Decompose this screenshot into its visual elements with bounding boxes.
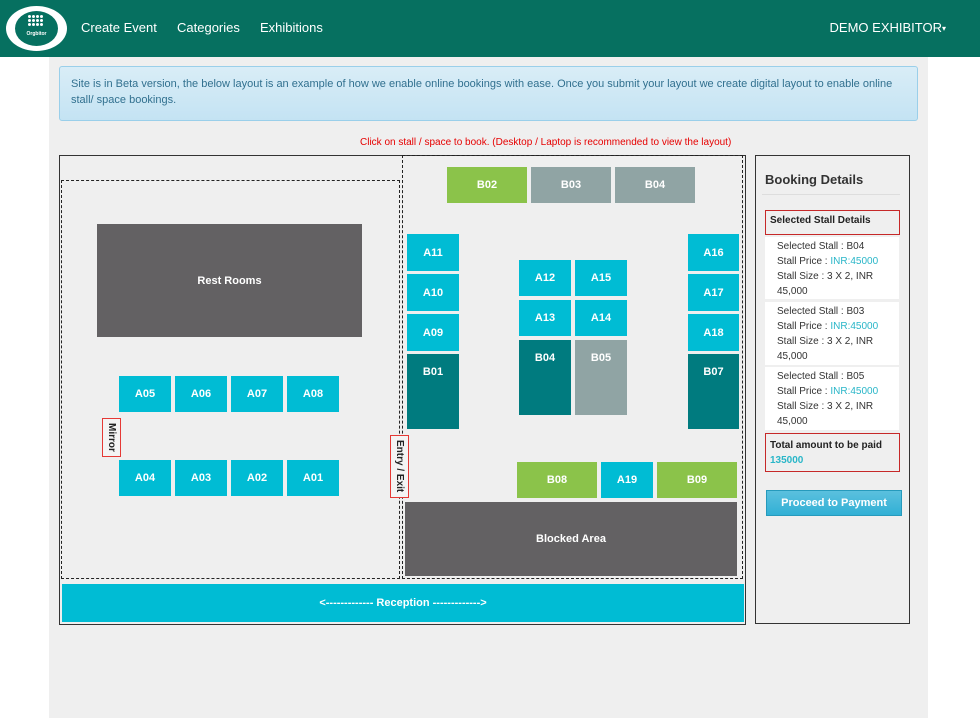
stall-A11[interactable]: A11	[407, 234, 459, 271]
selected-stall-name: Selected Stall : B05	[777, 371, 865, 382]
rest-rooms-area: Rest Rooms	[97, 224, 362, 337]
stall-A10[interactable]: A10	[407, 274, 459, 311]
stall-B07[interactable]: B07	[688, 354, 739, 429]
proceed-to-payment-button[interactable]: Proceed to Payment	[766, 490, 902, 516]
stall-A03[interactable]: A03	[175, 460, 227, 496]
stall-B05[interactable]: B05	[575, 340, 627, 415]
stall-price: INR:45000	[830, 256, 879, 267]
stall-A02[interactable]: A02	[231, 460, 283, 496]
logo-dots-icon	[28, 15, 46, 26]
beta-alert: Site is in Beta version, the below layou…	[59, 66, 918, 121]
stall-A09[interactable]: A09	[407, 314, 459, 351]
selected-stall-item: Selected Stall : B04 Stall Price : INR:4…	[765, 237, 899, 299]
stall-B04-center[interactable]: B04	[519, 340, 571, 415]
stall-A18[interactable]: A18	[688, 314, 739, 351]
price-label: Stall Price :	[777, 386, 831, 397]
stall-A05[interactable]: A05	[119, 376, 171, 412]
reception-area: <------------- Reception ------------->	[62, 584, 744, 622]
nav-create-event[interactable]: Create Event	[81, 20, 157, 35]
total-amount-box: Total amount to be paid 135000	[765, 433, 900, 472]
booking-divider	[762, 194, 900, 195]
stall-B01[interactable]: B01	[407, 354, 459, 429]
stall-B02[interactable]: B02	[447, 167, 527, 203]
stall-A04[interactable]: A04	[119, 460, 171, 496]
stall-size: Stall Size : 3 X 2, INR 45,000	[777, 336, 874, 362]
price-label: Stall Price :	[777, 256, 831, 267]
stall-B08[interactable]: B08	[517, 462, 597, 498]
stall-A17[interactable]: A17	[688, 274, 739, 311]
total-label: Total amount to be paid	[770, 440, 883, 451]
nav-categories[interactable]: Categories	[177, 20, 240, 35]
stall-B04[interactable]: B04	[615, 167, 695, 203]
nav-exhibitions[interactable]: Exhibitions	[260, 20, 323, 35]
stall-price: INR:45000	[830, 386, 879, 397]
entry-exit-label: Entry / Exit	[390, 435, 409, 498]
user-menu[interactable]: DEMO EXHIBITOR▾	[830, 20, 946, 35]
stall-A06[interactable]: A06	[175, 376, 227, 412]
mirror-label: Mirror	[102, 418, 121, 457]
user-name: DEMO EXHIBITOR	[829, 20, 942, 35]
stall-price: INR:45000	[830, 321, 879, 332]
stall-A12[interactable]: A12	[519, 260, 571, 296]
stall-A01[interactable]: A01	[287, 460, 339, 496]
stall-A15[interactable]: A15	[575, 260, 627, 296]
caret-down-icon: ▾	[941, 24, 946, 34]
stall-A13[interactable]: A13	[519, 300, 571, 336]
price-label: Stall Price :	[777, 321, 831, 332]
top-navbar: Orgbitor Create Event Categories Exhibit…	[0, 0, 980, 57]
logo-text: Orgbitor	[26, 31, 47, 37]
stall-B09[interactable]: B09	[657, 462, 737, 498]
blocked-area: Blocked Area	[405, 502, 737, 576]
stall-size: Stall Size : 3 X 2, INR 45,000	[777, 271, 874, 297]
selected-stall-header: Selected Stall Details	[765, 210, 900, 235]
booking-title: Booking Details	[765, 172, 864, 187]
layout-hint: Click on stall / space to book. (Desktop…	[360, 137, 732, 148]
stall-B03[interactable]: B03	[531, 167, 611, 203]
selected-stall-name: Selected Stall : B04	[777, 241, 865, 252]
orgbitor-logo[interactable]: Orgbitor	[6, 6, 67, 51]
selected-stall-item: Selected Stall : B03 Stall Price : INR:4…	[765, 302, 899, 365]
stall-A19[interactable]: A19	[601, 462, 653, 498]
stall-A14[interactable]: A14	[575, 300, 627, 336]
total-value: 135000	[770, 455, 804, 466]
stall-size: Stall Size : 3 X 2, INR 45,000	[777, 401, 874, 427]
stall-A08[interactable]: A08	[287, 376, 339, 412]
selected-stall-item: Selected Stall : B05 Stall Price : INR:4…	[765, 367, 899, 430]
stall-A16[interactable]: A16	[688, 234, 739, 271]
selected-stall-name: Selected Stall : B03	[777, 306, 865, 317]
stall-A07[interactable]: A07	[231, 376, 283, 412]
